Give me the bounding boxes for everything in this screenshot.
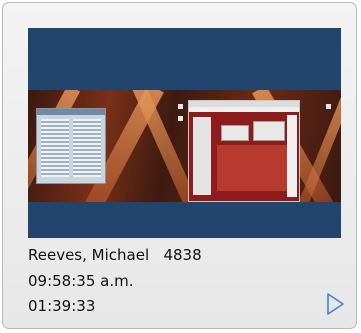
user-line: Reeves, Michael 4838 <box>28 248 202 263</box>
screen-thumbnail[interactable] <box>28 28 341 238</box>
desktop-icon <box>178 104 183 109</box>
desktop-preview <box>28 90 341 202</box>
start-time: 09:58:35 a.m. <box>28 272 134 290</box>
user-id: 4838 <box>163 246 202 264</box>
preview-window-left <box>36 108 106 184</box>
play-icon[interactable] <box>325 292 345 316</box>
session-tile[interactable]: Reeves, Michael 4838 09:58:35 a.m. 01:39… <box>2 2 357 329</box>
desktop-icon <box>178 116 183 121</box>
preview-window-right <box>188 100 300 202</box>
duration: 01:39:33 <box>28 297 96 315</box>
user-name: Reeves, Michael <box>28 246 150 264</box>
desktop-icon <box>326 104 331 109</box>
